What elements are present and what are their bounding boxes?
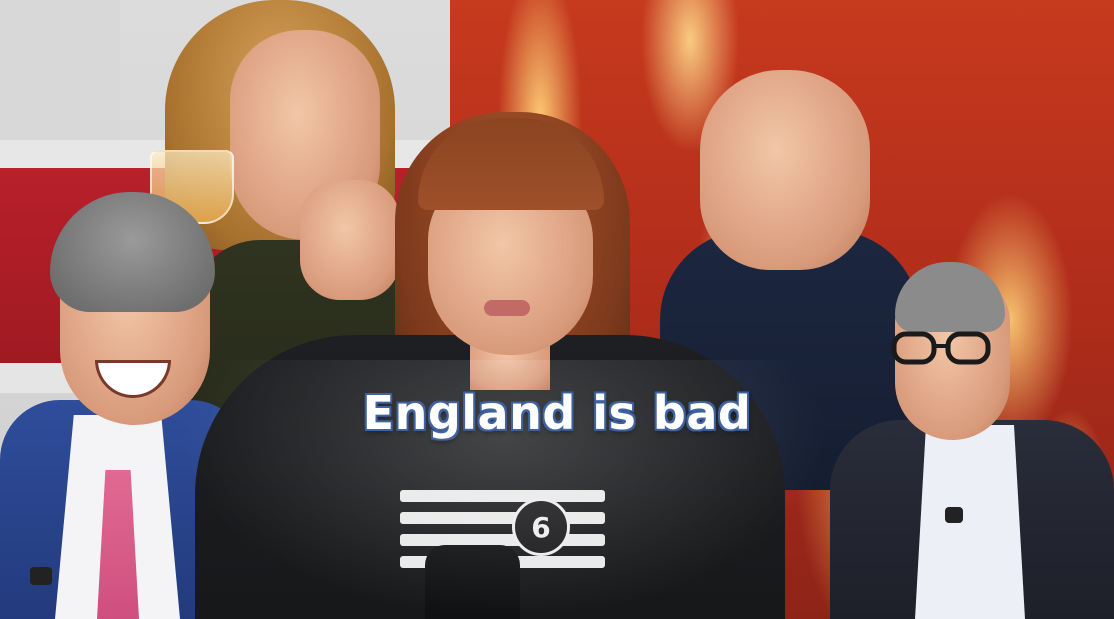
drinking-woman-hand <box>300 180 400 300</box>
presenter-lips <box>484 300 530 316</box>
caption-text: England is bad <box>362 386 752 440</box>
glasses-man-shirt <box>915 425 1025 619</box>
lapel-mic-icon <box>945 507 963 523</box>
lapel-mic-icon <box>30 567 52 585</box>
flag-field <box>0 0 120 140</box>
shaved-man-head <box>700 70 870 270</box>
eyeglasses-icon <box>891 331 991 365</box>
